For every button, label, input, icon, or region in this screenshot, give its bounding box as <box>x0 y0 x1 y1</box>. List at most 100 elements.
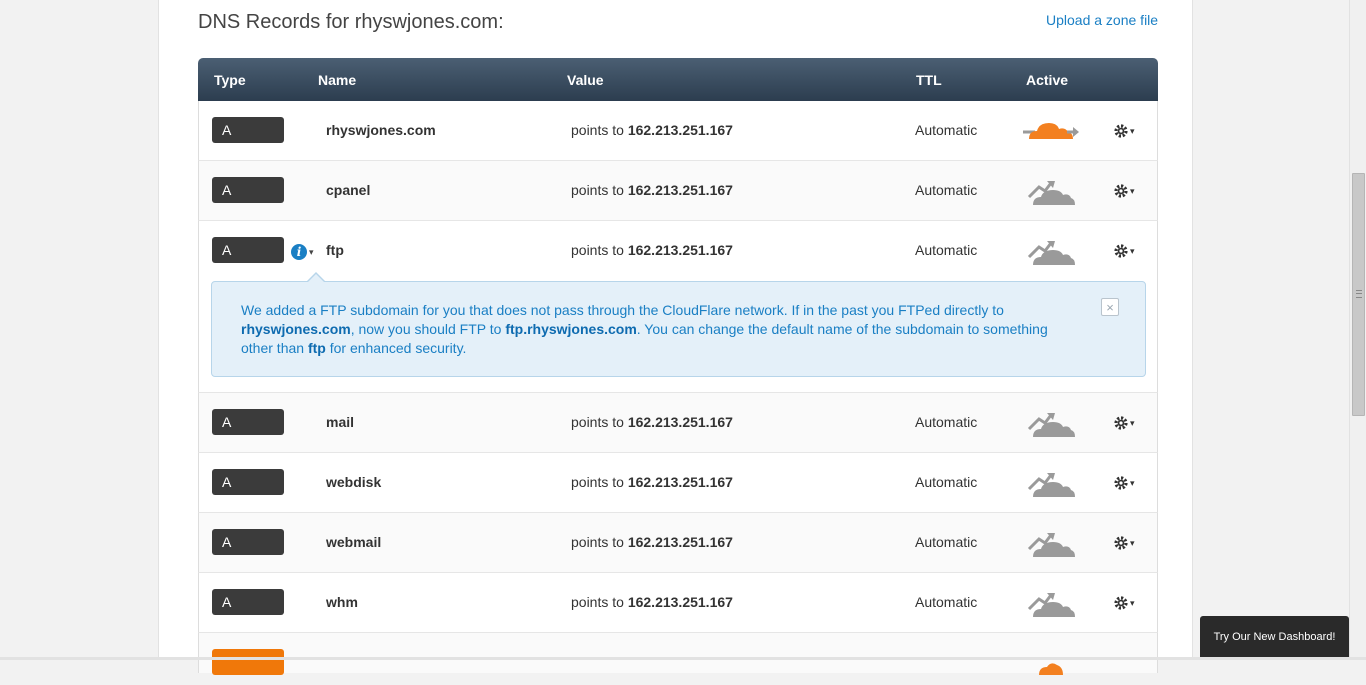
cloud-off-icon[interactable] <box>1021 175 1081 209</box>
ftp-notice-row: We added a FTP subdomain for you that do… <box>198 272 1158 393</box>
record-ttl[interactable]: Automatic <box>915 534 977 550</box>
chevron-down-icon: ▾ <box>1130 537 1135 548</box>
scrollbar[interactable] <box>1349 0 1366 660</box>
header-value: Value <box>567 72 604 88</box>
table-row-partial <box>198 633 1158 675</box>
record-name[interactable]: ftp <box>326 242 344 258</box>
row-settings[interactable]: ▾ <box>1113 593 1141 613</box>
table-row: A whm points to 162.213.251.167 Automati… <box>198 573 1158 633</box>
record-type-select[interactable]: A <box>212 469 284 495</box>
chevron-down-icon: ▾ <box>1130 185 1135 196</box>
table-row: A i ▾ ftp points to 162.213.251.167 Auto… <box>198 221 1158 281</box>
dns-records-table: Type Name Value TTL Active A rhyswjones.… <box>198 58 1158 675</box>
scrollbar-thumb[interactable] <box>1352 173 1365 416</box>
value-prefix: points to <box>571 594 628 610</box>
value-prefix: points to <box>571 474 628 490</box>
cloud-on-icon[interactable] <box>1021 115 1081 149</box>
cloud-off-icon[interactable] <box>1021 467 1081 501</box>
value-ip: 162.213.251.167 <box>627 594 733 610</box>
table-row: A webdisk points to 162.213.251.167 Auto… <box>198 453 1158 513</box>
row-settings[interactable]: ▾ <box>1113 533 1141 553</box>
record-value[interactable]: points to 162.213.251.167 <box>571 534 733 550</box>
record-ttl[interactable]: Automatic <box>915 474 977 490</box>
chevron-down-icon: ▾ <box>1130 245 1135 256</box>
record-value[interactable]: points to 162.213.251.167 <box>571 122 733 138</box>
value-ip: 162.213.251.167 <box>627 122 733 138</box>
cloud-off-icon[interactable] <box>1021 407 1081 441</box>
header-ttl: TTL <box>916 72 942 88</box>
record-ttl[interactable]: Automatic <box>915 594 977 610</box>
table-row: A rhyswjones.com points to 162.213.251.1… <box>198 101 1158 161</box>
record-ttl[interactable]: Automatic <box>915 242 977 258</box>
record-value[interactable]: points to 162.213.251.167 <box>571 414 733 430</box>
cloud-off-icon[interactable] <box>1021 527 1081 561</box>
record-type-select[interactable]: A <box>212 529 284 555</box>
header-name: Name <box>318 72 357 88</box>
value-prefix: points to <box>571 534 628 550</box>
record-type-select[interactable]: A <box>212 409 284 435</box>
value-ip: 162.213.251.167 <box>627 414 733 430</box>
table-row: A mail points to 162.213.251.167 Automat… <box>198 393 1158 453</box>
value-prefix: points to <box>571 414 628 430</box>
table-row: A webmail points to 162.213.251.167 Auto… <box>198 513 1158 573</box>
cloud-off-icon[interactable] <box>1021 587 1081 621</box>
record-type-select[interactable]: A <box>212 237 284 263</box>
chevron-down-icon: ▾ <box>1130 417 1135 428</box>
record-value[interactable]: points to 162.213.251.167 <box>571 242 733 258</box>
record-name[interactable]: cpanel <box>326 182 370 198</box>
gear-icon <box>1114 184 1128 198</box>
record-ttl[interactable]: Automatic <box>915 182 977 198</box>
notice-pointer-inner <box>307 274 325 283</box>
chevron-down-icon: ▾ <box>1130 125 1135 136</box>
record-type-select[interactable] <box>212 649 284 675</box>
record-type-select[interactable]: A <box>212 117 284 143</box>
record-value[interactable]: points to 162.213.251.167 <box>571 182 733 198</box>
row-settings[interactable]: ▾ <box>1113 121 1141 141</box>
notice-text: We added a FTP subdomain for you that do… <box>241 302 1004 318</box>
upload-zone-file-link[interactable]: Upload a zone file <box>1046 12 1158 28</box>
record-name[interactable]: rhyswjones.com <box>326 122 436 138</box>
record-type-select[interactable]: A <box>212 177 284 203</box>
try-new-dashboard-button[interactable]: Try Our New Dashboard! <box>1200 616 1349 660</box>
row-settings[interactable]: ▾ <box>1113 181 1141 201</box>
header-active: Active <box>1026 72 1069 88</box>
cloud-off-icon[interactable] <box>1021 235 1081 269</box>
record-name[interactable]: whm <box>326 594 358 610</box>
gear-icon <box>1114 416 1128 430</box>
gear-icon <box>1114 244 1128 258</box>
value-prefix: points to <box>571 242 628 258</box>
record-value[interactable]: points to 162.213.251.167 <box>571 474 733 490</box>
value-ip: 162.213.251.167 <box>627 474 733 490</box>
notice-text: for enhanced security. <box>325 340 467 356</box>
info-icon: i <box>291 244 307 260</box>
record-type-select[interactable]: A <box>212 589 284 615</box>
gear-icon <box>1114 476 1128 490</box>
value-ip: 162.213.251.167 <box>627 534 733 550</box>
gear-icon <box>1114 596 1128 610</box>
row-settings[interactable]: ▾ <box>1113 473 1141 493</box>
page-title: DNS Records for rhyswjones.com: <box>198 11 504 33</box>
close-icon[interactable]: × <box>1101 298 1119 316</box>
record-name[interactable]: webdisk <box>326 474 381 490</box>
record-name[interactable]: webmail <box>326 534 381 550</box>
record-ttl[interactable]: Automatic <box>915 122 977 138</box>
gear-icon <box>1114 124 1128 138</box>
notice-text: , now you should FTP to <box>350 321 506 337</box>
record-ttl[interactable]: Automatic <box>915 414 977 430</box>
header-type: Type <box>214 72 246 88</box>
info-toggle[interactable]: i ▾ <box>291 243 314 261</box>
value-ip: 162.213.251.167 <box>627 242 733 258</box>
notice-ftp-name: ftp <box>307 340 326 356</box>
chevron-down-icon: ▾ <box>1130 597 1135 608</box>
table-header: Type Name Value TTL Active <box>198 58 1158 101</box>
record-value[interactable]: points to 162.213.251.167 <box>571 594 733 610</box>
notice-ftp-domain: ftp.rhyswjones.com <box>505 321 637 337</box>
value-prefix: points to <box>571 182 628 198</box>
row-settings[interactable]: ▾ <box>1113 413 1141 433</box>
chevron-down-icon: ▾ <box>309 246 314 257</box>
table-row: A cpanel points to 162.213.251.167 Autom… <box>198 161 1158 221</box>
record-name[interactable]: mail <box>326 414 354 430</box>
value-prefix: points to <box>571 122 628 138</box>
notice-domain: rhyswjones.com <box>241 321 351 337</box>
row-settings[interactable]: ▾ <box>1113 241 1141 261</box>
